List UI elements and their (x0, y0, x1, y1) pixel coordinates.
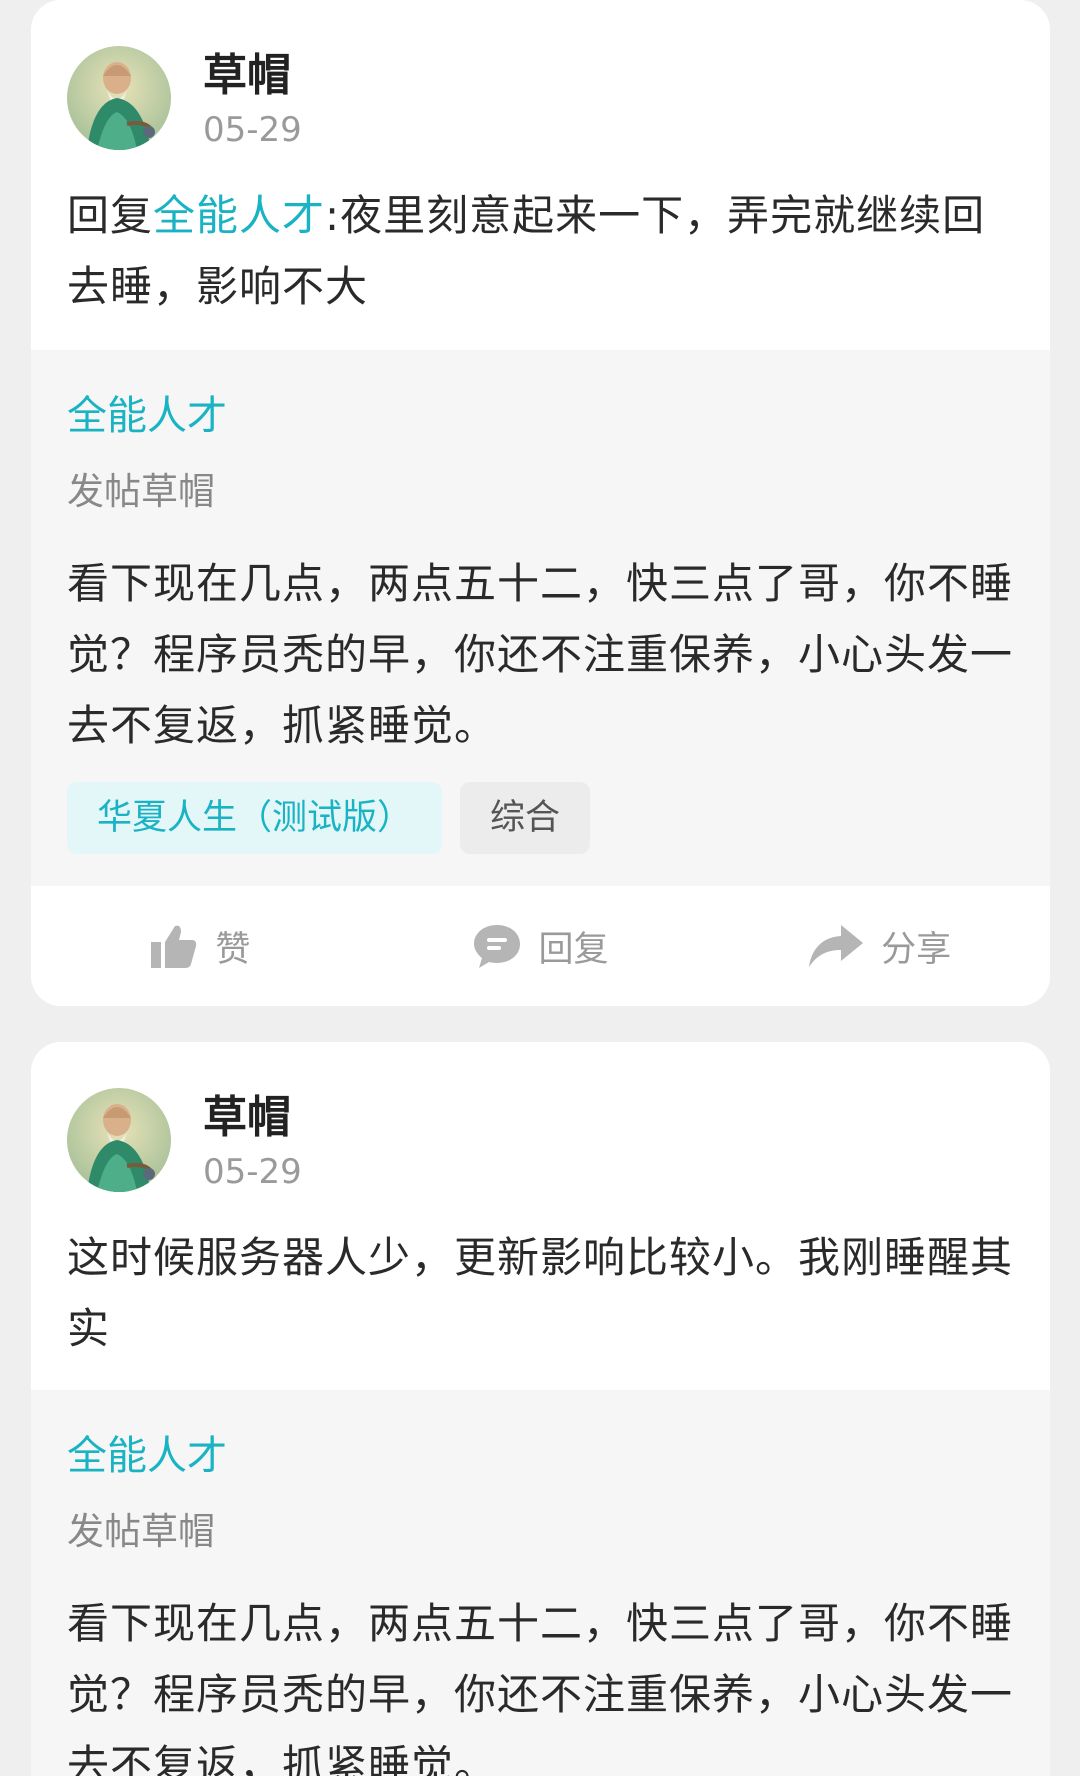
like-label: 赞 (215, 929, 251, 970)
reply-prefix: 回复 (67, 191, 154, 240)
feed: 草帽 05-29 回复全能人才:夜里刻意起来一下，弄完就继续回去睡，影响不大 全… (0, 0, 1080, 1776)
reply-content: 这时候服务器人少，更新影响比较小。我刚睡醒其实 (67, 1233, 1014, 1353)
tag-list: 华夏人生（测试版） 综合 (67, 782, 591, 854)
reply-content: 回复全能人才:夜里刻意起来一下，弄完就继续回去睡，影响不大 (67, 180, 1017, 322)
post-card[interactable]: 草帽 05-29 回复全能人才:夜里刻意起来一下，弄完就继续回去睡，影响不大 全… (31, 0, 1050, 1006)
thumbs-up-icon (151, 924, 197, 968)
username[interactable]: 草帽 (203, 48, 291, 104)
quoted-title: 发帖草帽 (67, 1510, 215, 1553)
mention-link[interactable]: 全能人才 (153, 191, 325, 240)
tag-game[interactable]: 华夏人生（测试版） (67, 782, 443, 854)
post-card[interactable]: 草帽 05-29 这时候服务器人少，更新影响比较小。我刚睡醒其实 全能人才 发帖… (31, 1042, 1050, 1776)
post-date: 05-29 (203, 1152, 302, 1192)
comment-icon (473, 923, 521, 969)
quoted-author[interactable]: 全能人才 (67, 1430, 227, 1482)
share-label: 分享 (881, 929, 952, 970)
tag-category[interactable]: 综合 (460, 782, 591, 854)
quoted-body: 看下现在几点，两点五十二，快三点了哥，你不睡觉？程序员秃的早，你还不注重保养，小… (67, 559, 1014, 750)
quoted-body: 看下现在几点，两点五十二，快三点了哥，你不睡觉？程序员秃的早，你还不注重保养，小… (67, 1599, 1014, 1776)
action-bar: 赞 回复 分享 (31, 886, 1050, 1006)
share-button[interactable]: 分享 (710, 886, 1050, 1006)
quoted-title: 发帖草帽 (67, 470, 215, 513)
reply-label: 回复 (538, 929, 609, 970)
post-header: 草帽 05-29 回复全能人才:夜里刻意起来一下，弄完就继续回去睡，影响不大 (31, 0, 1050, 350)
quoted-post[interactable]: 全能人才 发帖草帽 看下现在几点，两点五十二，快三点了哥，你不睡觉？程序员秃的早… (31, 1390, 1050, 1776)
reply-button[interactable]: 回复 (371, 886, 711, 1006)
share-arrow-icon (809, 925, 864, 967)
post-date: 05-29 (203, 110, 302, 150)
like-button[interactable]: 赞 (31, 886, 371, 1006)
user-avatar[interactable] (67, 46, 171, 150)
quoted-author[interactable]: 全能人才 (67, 390, 227, 442)
quoted-post[interactable]: 全能人才 发帖草帽 看下现在几点，两点五十二，快三点了哥，你不睡觉？程序员秃的早… (31, 350, 1050, 886)
user-avatar[interactable] (67, 1088, 171, 1192)
post-header: 草帽 05-29 这时候服务器人少，更新影响比较小。我刚睡醒其实 (31, 1042, 1050, 1390)
username[interactable]: 草帽 (203, 1090, 291, 1146)
